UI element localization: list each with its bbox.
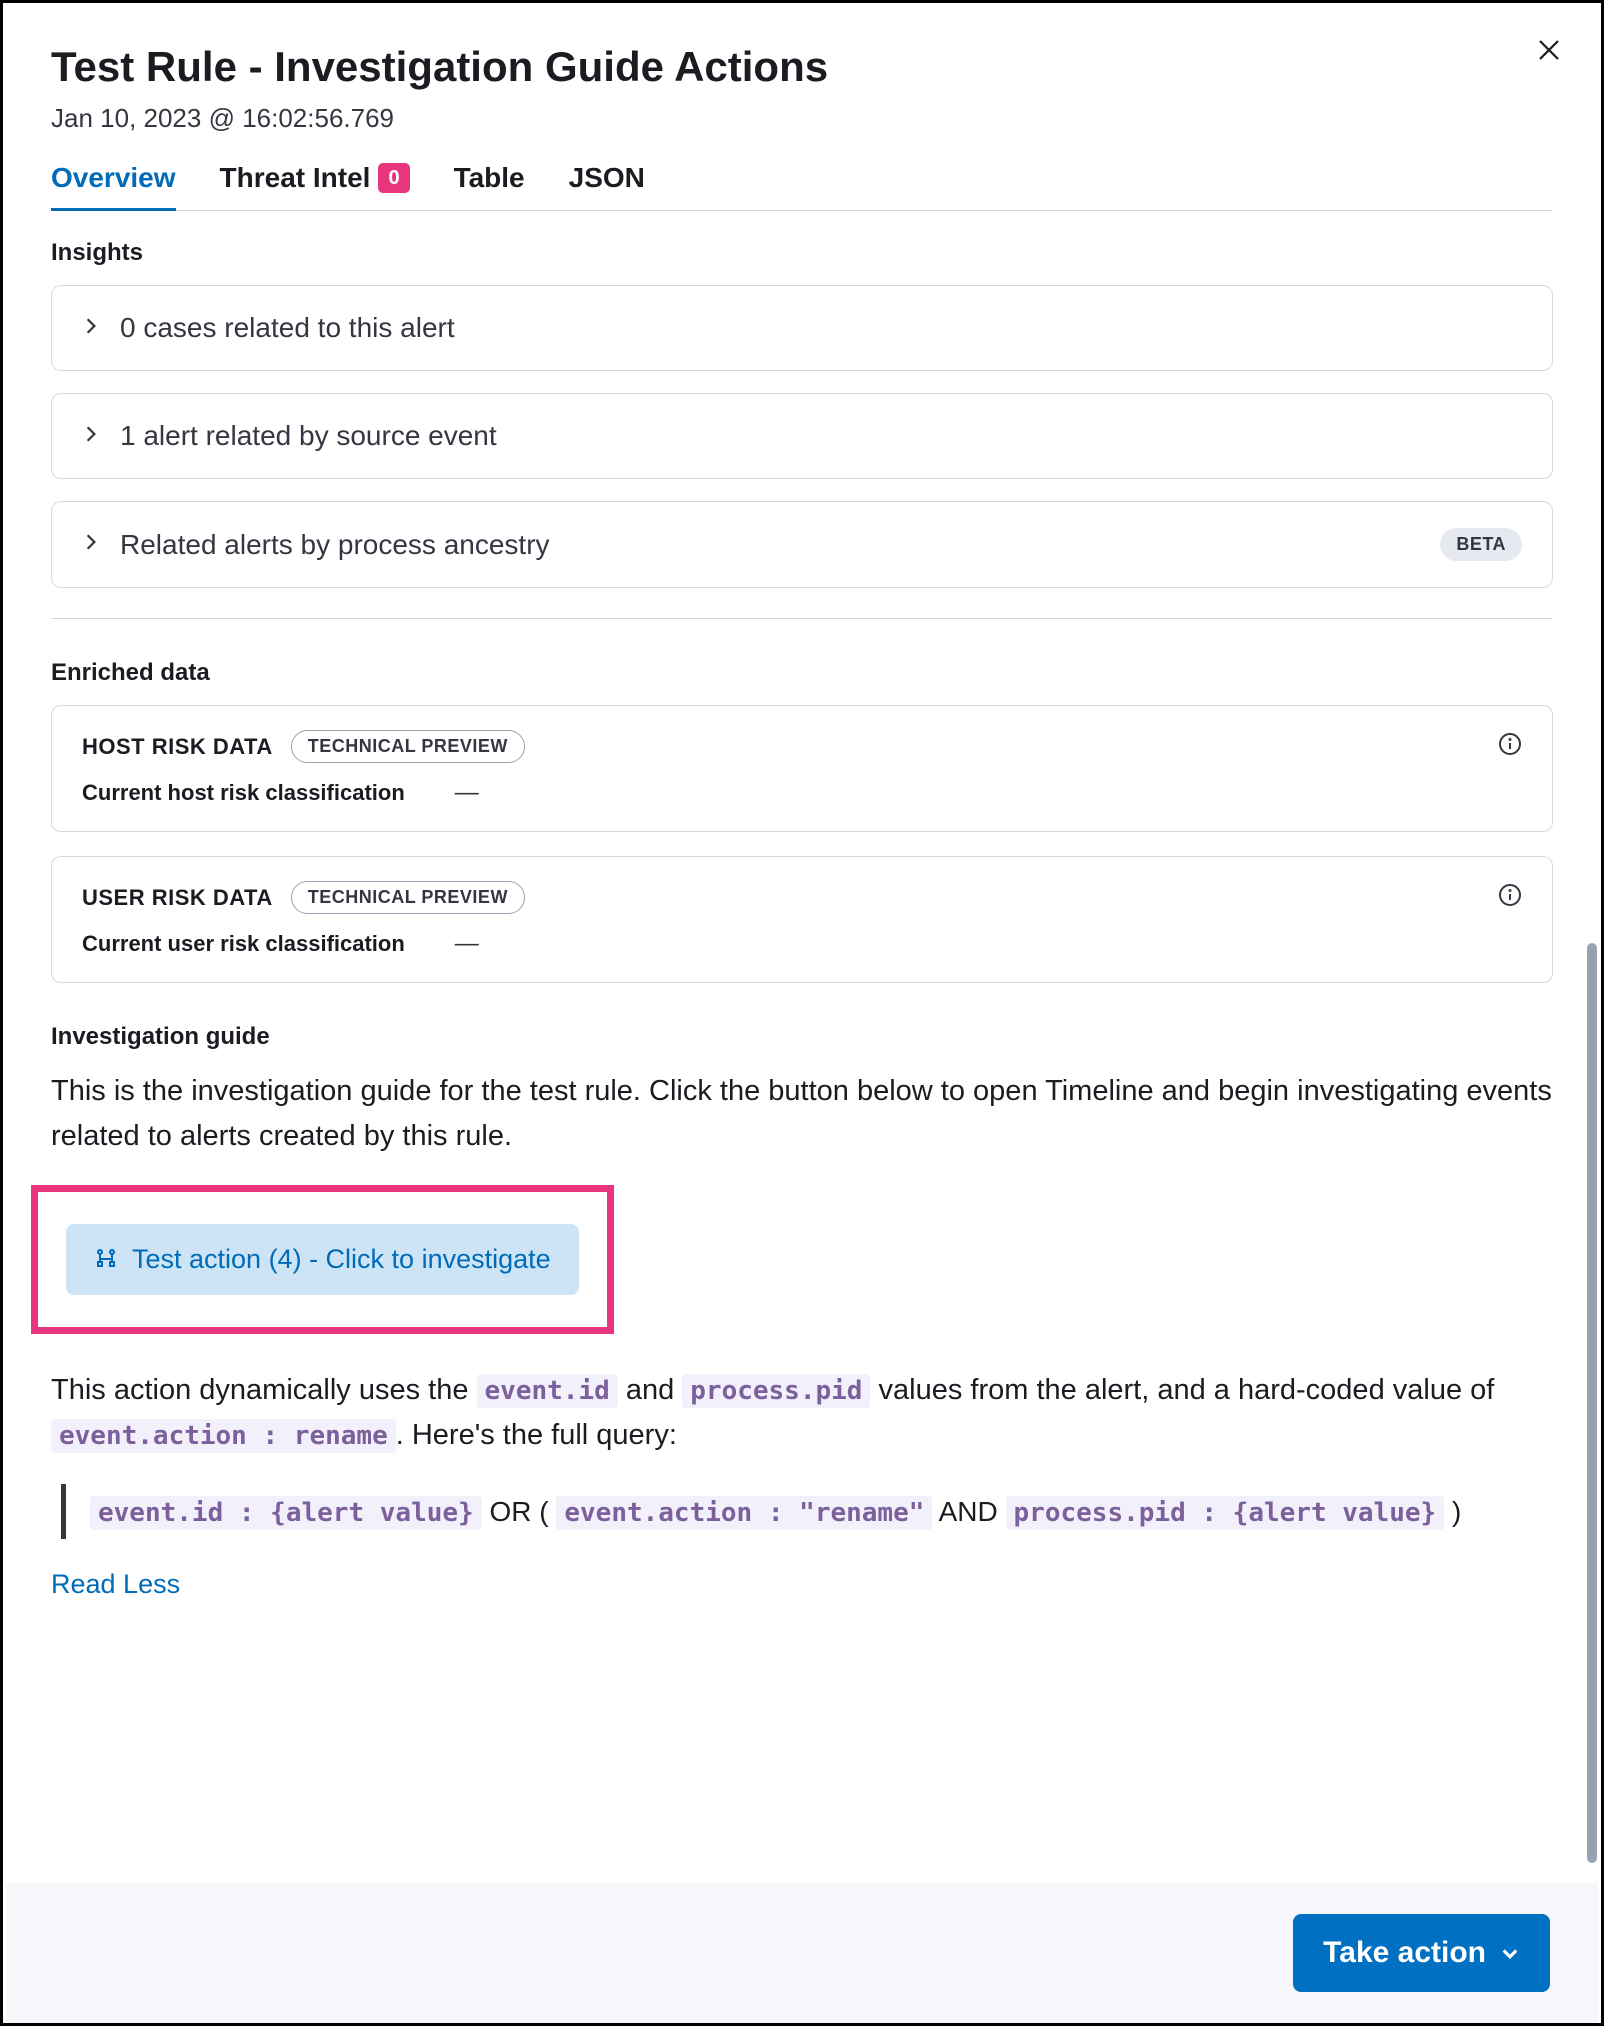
tab-threat-intel[interactable]: Threat Intel 0 — [220, 162, 410, 210]
investigate-button-label: Test action (4) - Click to investigate — [132, 1244, 551, 1275]
chevron-right-icon — [82, 425, 100, 448]
user-risk-value: — — [455, 930, 479, 958]
user-risk-title: USER RISK DATA — [82, 885, 273, 911]
info-icon[interactable] — [1498, 732, 1522, 761]
tab-threat-intel-label: Threat Intel — [220, 162, 371, 194]
take-action-label: Take action — [1323, 1936, 1486, 1970]
guide-heading: Investigation guide — [51, 1023, 1553, 1051]
enriched-heading: Enriched data — [51, 659, 1553, 687]
chevron-right-icon — [82, 317, 100, 340]
code-event-id: event.id — [477, 1374, 618, 1408]
query-code: process.pid : {alert value} — [1006, 1496, 1445, 1530]
host-risk-label: Current host risk classification — [82, 780, 405, 806]
tab-table[interactable]: Table — [454, 162, 525, 210]
technical-preview-badge: TECHNICAL PREVIEW — [291, 881, 525, 914]
query-code: event.action : "rename" — [556, 1496, 932, 1530]
threat-intel-badge: 0 — [378, 163, 409, 193]
host-risk-title: HOST RISK DATA — [82, 734, 273, 760]
accordion-source-event[interactable]: 1 alert related by source event — [51, 393, 1553, 479]
close-button[interactable] — [1537, 35, 1561, 67]
timeline-icon — [94, 1247, 118, 1271]
accordion-cases[interactable]: 0 cases related to this alert — [51, 285, 1553, 371]
insights-heading: Insights — [51, 239, 1553, 267]
read-less-button[interactable]: Read Less — [51, 1569, 180, 1600]
page-title: Test Rule - Investigation Guide Actions — [51, 43, 1553, 91]
divider — [51, 618, 1553, 619]
guide-intro: This is the investigation guide for the … — [51, 1069, 1553, 1159]
footer: Take action — [6, 1883, 1598, 2023]
guide-description: This action dynamically uses the event.i… — [51, 1368, 1553, 1458]
highlight-box: Test action (4) - Click to investigate — [31, 1185, 614, 1334]
take-action-button[interactable]: Take action — [1293, 1914, 1550, 1992]
host-risk-panel: HOST RISK DATA TECHNICAL PREVIEW Current… — [51, 705, 1553, 832]
user-risk-label: Current user risk classification — [82, 931, 405, 957]
timestamp: Jan 10, 2023 @ 16:02:56.769 — [51, 103, 1553, 134]
scrollbar-thumb[interactable] — [1587, 943, 1597, 1863]
info-icon[interactable] — [1498, 883, 1522, 912]
tab-json[interactable]: JSON — [569, 162, 645, 210]
scrollbar[interactable] — [1587, 943, 1597, 1863]
tab-overview[interactable]: Overview — [51, 162, 176, 210]
host-risk-value: — — [455, 779, 479, 807]
code-event-action: event.action : rename — [51, 1419, 396, 1453]
chevron-down-icon — [1500, 1943, 1520, 1963]
accordion-ancestry[interactable]: Related alerts by process ancestry BETA — [51, 501, 1553, 588]
chevron-right-icon — [82, 533, 100, 556]
tabs: Overview Threat Intel 0 Table JSON — [51, 162, 1553, 211]
query-block: event.id : {alert value} OR ( event.acti… — [61, 1484, 1553, 1540]
user-risk-panel: USER RISK DATA TECHNICAL PREVIEW Current… — [51, 856, 1553, 983]
beta-badge: BETA — [1440, 528, 1522, 561]
accordion-label: 1 alert related by source event — [120, 420, 497, 452]
accordion-label: Related alerts by process ancestry — [120, 529, 550, 561]
code-process-pid: process.pid — [682, 1374, 870, 1408]
accordion-label: 0 cases related to this alert — [120, 312, 455, 344]
investigate-button[interactable]: Test action (4) - Click to investigate — [66, 1224, 579, 1295]
query-code: event.id : {alert value} — [90, 1496, 482, 1530]
technical-preview-badge: TECHNICAL PREVIEW — [291, 730, 525, 763]
close-icon — [1537, 38, 1561, 62]
